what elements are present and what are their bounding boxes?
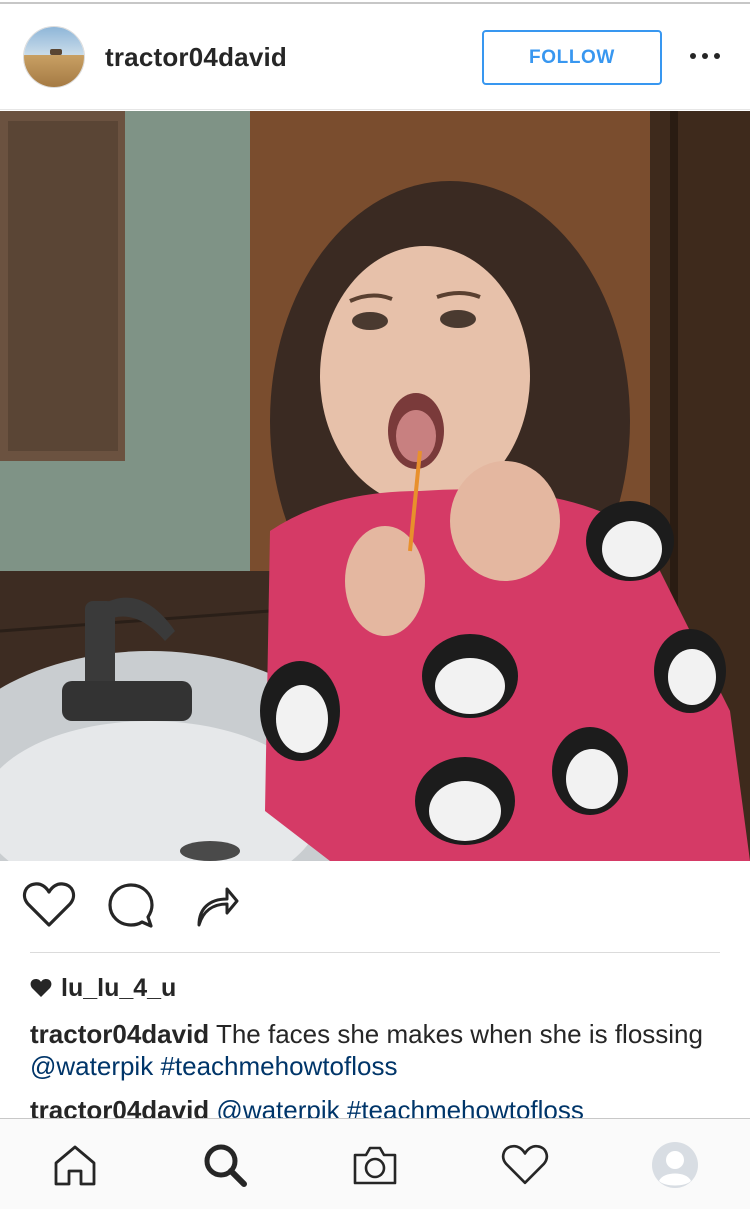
home-icon[interactable] (50, 1141, 100, 1189)
actions-divider (30, 952, 720, 953)
heart-filled-icon (30, 979, 52, 997)
tab-bar (0, 1118, 750, 1209)
camera-icon[interactable] (350, 1141, 400, 1189)
likes-row: lu_lu_4_u (30, 972, 176, 1004)
comment-hashtag[interactable]: #teachmehowtofloss (347, 1095, 584, 1118)
ellipsis-icon[interactable] (690, 46, 720, 66)
profile-icon[interactable] (650, 1141, 700, 1189)
post-username[interactable]: tractor04david (105, 42, 287, 73)
caption-mention[interactable]: @waterpik (30, 1051, 153, 1081)
share-icon[interactable] (193, 881, 241, 929)
post-caption: tractor04david The faces she makes when … (30, 1018, 720, 1082)
post-photo[interactable] (0, 111, 750, 861)
search-icon[interactable] (200, 1141, 250, 1189)
heart-icon[interactable] (22, 881, 76, 929)
caption-hashtag[interactable]: #teachmehowtofloss (160, 1051, 397, 1081)
post-header: tractor04david FOLLOW (0, 4, 750, 110)
comment-username[interactable]: tractor04david (30, 1095, 209, 1118)
post-actions (0, 861, 750, 953)
avatar[interactable] (23, 26, 85, 88)
follow-button[interactable]: FOLLOW (482, 30, 662, 85)
caption-username[interactable]: tractor04david (30, 1019, 209, 1049)
comment-mention[interactable]: @waterpik (216, 1095, 339, 1118)
activity-heart-icon[interactable] (500, 1141, 550, 1189)
liker-username[interactable]: lu_lu_4_u (61, 974, 176, 1003)
comment-item: tractor04david @waterpik #teachmehowtofl… (30, 1094, 720, 1118)
comment-icon[interactable] (106, 881, 156, 931)
caption-text: The faces she makes when she is flossing (215, 1019, 703, 1049)
